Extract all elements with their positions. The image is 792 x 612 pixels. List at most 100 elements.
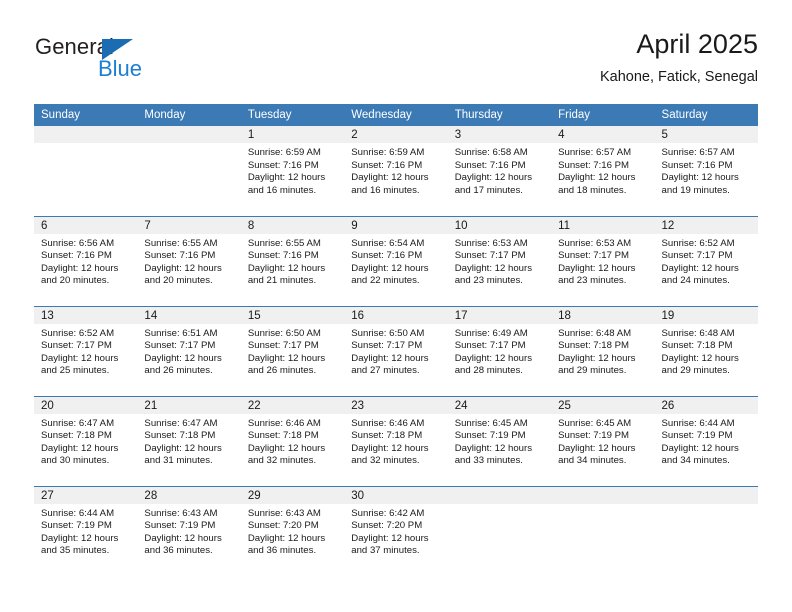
day-cell-details (137, 143, 240, 147)
day-detail-sunrise: Sunrise: 6:50 AM (351, 327, 425, 339)
day-detail-daylight2: and 20 minutes. (144, 275, 213, 287)
day-cell-details: Sunrise: 6:55 AM Sunset: 7:16 PM Daylight:… (241, 234, 344, 288)
calendar-day-cell[interactable]: 7 Sunrise: 6:55 AM Sunset: 7:16 PM Daylight… (137, 215, 241, 306)
day-detail-sunrise: Sunrise: 6:52 AM (41, 327, 115, 339)
day-cell-details: Sunrise: 6:51 AM Sunset: 7:17 PM Daylight:… (137, 324, 240, 378)
calendar-day-cell[interactable]: 26 Sunrise: 6:44 AM Sunset: 7:19 PM Dayligh… (654, 395, 758, 486)
calendar-day-cell[interactable]: 19 Sunrise: 6:48 AM Sunset: 7:18 PM Dayligh… (654, 305, 758, 396)
day-detail-daylight1: Daylight: 12 hours (247, 262, 326, 274)
day-cell-inner: 28 Sunrise: 6:43 AM Sunset: 7:19 PM Dayligh… (137, 486, 241, 576)
calendar-day-cell[interactable]: 11 Sunrise: 6:53 AM Sunset: 7:17 PM Dayligh… (551, 215, 655, 306)
day-detail-sunset: Sunset: 7:17 PM (41, 340, 112, 352)
day-detail-daylight1: Daylight: 12 hours (247, 532, 326, 544)
calendar-day-cell[interactable]: 23 Sunrise: 6:46 AM Sunset: 7:18 PM Dayligh… (344, 395, 448, 486)
calendar-day-cell[interactable]: 24 Sunrise: 6:45 AM Sunset: 7:19 PM Dayligh… (447, 395, 552, 486)
day-detail-sunset: Sunset: 7:17 PM (454, 340, 526, 352)
day-detail-sunrise: Sunrise: 6:48 AM (661, 327, 735, 339)
calendar-day-cell[interactable]: 17 Sunrise: 6:49 AM Sunset: 7:17 PM Dayligh… (447, 305, 552, 396)
day-cell-details: Sunrise: 6:57 AM Sunset: 7:16 PM Daylight:… (551, 143, 654, 197)
calendar-day-cell[interactable]: 4 Sunrise: 6:57 AM Sunset: 7:16 PM Daylight… (551, 126, 655, 216)
day-cell-details: Sunrise: 6:56 AM Sunset: 7:16 PM Daylight:… (34, 234, 137, 288)
calendar-day-cell[interactable]: 18 Sunrise: 6:48 AM Sunset: 7:18 PM Dayligh… (551, 305, 655, 396)
day-cell-details: Sunrise: 6:52 AM Sunset: 7:17 PM Daylight:… (34, 324, 137, 378)
day-cell-inner: 7 Sunrise: 6:55 AM Sunset: 7:16 PM Daylight… (137, 216, 241, 306)
calendar-day-cell[interactable]: 27 Sunrise: 6:44 AM Sunset: 7:19 PM Dayligh… (34, 485, 138, 576)
calendar-day-cell[interactable]: 30 Sunrise: 6:42 AM Sunset: 7:20 PM Dayligh… (344, 485, 448, 576)
calendar-week-row: 13 Sunrise: 6:52 AM Sunset: 7:17 PM Dayligh… (34, 305, 758, 396)
day-detail-sunset: Sunset: 7:16 PM (144, 250, 216, 262)
day-number: 12 (654, 216, 758, 234)
calendar-day-cell[interactable]: 12 Sunrise: 6:52 AM Sunset: 7:17 PM Dayligh… (654, 215, 758, 306)
calendar-day-cell[interactable]: 15 Sunrise: 6:50 AM Sunset: 7:17 PM Dayligh… (240, 305, 345, 396)
day-number: 4 (551, 126, 655, 143)
day-detail-daylight2: and 20 minutes. (41, 275, 110, 287)
day-cell-inner: 13 Sunrise: 6:52 AM Sunset: 7:17 PM Dayligh… (34, 306, 138, 396)
calendar-day-cell[interactable]: 10 Sunrise: 6:53 AM Sunset: 7:17 PM Dayligh… (447, 215, 552, 306)
day-detail-sunset: Sunset: 7:18 PM (41, 430, 112, 442)
calendar-day-cell-empty (551, 485, 655, 576)
day-detail-sunrise: Sunrise: 6:59 AM (247, 147, 321, 158)
day-detail-daylight2: and 36 minutes. (247, 545, 317, 557)
weekday-header-monday: Monday (137, 104, 241, 126)
day-cell-inner: 5 Sunrise: 6:57 AM Sunset: 7:16 PM Daylight… (654, 126, 758, 215)
day-cell-inner: 15 Sunrise: 6:50 AM Sunset: 7:17 PM Dayligh… (240, 306, 345, 396)
day-detail-daylight1: Daylight: 12 hours (351, 172, 429, 184)
logo-text-blue: Blue (98, 56, 143, 81)
day-detail-daylight2: and 32 minutes. (351, 455, 420, 467)
calendar-day-cell[interactable]: 13 Sunrise: 6:52 AM Sunset: 7:17 PM Dayligh… (34, 305, 138, 396)
day-cell-inner: 27 Sunrise: 6:44 AM Sunset: 7:19 PM Dayligh… (34, 486, 138, 576)
day-number: 27 (34, 486, 138, 504)
calendar-day-cell[interactable]: 29 Sunrise: 6:43 AM Sunset: 7:20 PM Dayligh… (240, 485, 345, 576)
day-number (654, 486, 758, 504)
day-detail-sunset: Sunset: 7:16 PM (351, 159, 423, 171)
calendar-day-cell[interactable]: 28 Sunrise: 6:43 AM Sunset: 7:19 PM Dayligh… (137, 485, 241, 576)
calendar-day-cell[interactable]: 1 Sunrise: 6:59 AM Sunset: 7:16 PM Daylight… (240, 126, 345, 216)
calendar-day-cell[interactable]: 16 Sunrise: 6:50 AM Sunset: 7:17 PM Dayligh… (344, 305, 448, 396)
day-detail-sunset: Sunset: 7:17 PM (558, 250, 630, 262)
calendar-day-cell[interactable]: 8 Sunrise: 6:55 AM Sunset: 7:16 PM Daylight… (240, 215, 345, 306)
calendar-day-cell[interactable]: 21 Sunrise: 6:47 AM Sunset: 7:18 PM Dayligh… (137, 395, 241, 486)
day-cell-inner: 17 Sunrise: 6:49 AM Sunset: 7:17 PM Dayligh… (447, 306, 552, 396)
calendar-day-cell[interactable]: 3 Sunrise: 6:58 AM Sunset: 7:16 PM Daylight… (447, 126, 552, 216)
calendar-week-row: 6 Sunrise: 6:56 AM Sunset: 7:16 PM Daylight… (34, 215, 758, 306)
calendar-header-row: Sunday Monday Tuesday Wednesday Thursday… (34, 104, 758, 126)
day-number: 23 (344, 396, 448, 414)
day-detail-daylight2: and 17 minutes. (454, 184, 523, 196)
day-detail-daylight2: and 37 minutes. (351, 545, 420, 557)
day-detail-sunset: Sunset: 7:16 PM (41, 250, 112, 262)
day-detail-daylight1: Daylight: 12 hours (661, 262, 739, 274)
day-detail-daylight1: Daylight: 12 hours (558, 352, 636, 364)
day-detail-sunrise: Sunrise: 6:54 AM (351, 237, 425, 249)
day-cell-details: Sunrise: 6:59 AM Sunset: 7:16 PM Daylight:… (344, 143, 447, 197)
day-cell-inner: 2 Sunrise: 6:59 AM Sunset: 7:16 PM Daylight… (344, 126, 448, 215)
day-cell-details: Sunrise: 6:47 AM Sunset: 7:18 PM Daylight:… (137, 414, 240, 468)
calendar-day-cell[interactable]: 14 Sunrise: 6:51 AM Sunset: 7:17 PM Dayligh… (137, 305, 241, 396)
calendar-day-cell[interactable]: 5 Sunrise: 6:57 AM Sunset: 7:16 PM Daylight… (654, 126, 758, 216)
day-detail-sunset: Sunset: 7:19 PM (41, 520, 112, 532)
day-cell-inner: 3 Sunrise: 6:58 AM Sunset: 7:16 PM Daylight… (447, 126, 552, 215)
day-detail-sunrise: Sunrise: 6:47 AM (144, 417, 218, 429)
calendar-day-cell[interactable]: 22 Sunrise: 6:46 AM Sunset: 7:18 PM Dayligh… (240, 395, 345, 486)
day-detail-sunrise: Sunrise: 6:52 AM (661, 237, 735, 249)
day-cell-inner (551, 486, 655, 576)
calendar-day-cell[interactable]: 9 Sunrise: 6:54 AM Sunset: 7:16 PM Daylight… (344, 215, 448, 306)
day-detail-daylight2: and 29 minutes. (661, 365, 730, 377)
day-cell-inner: 14 Sunrise: 6:51 AM Sunset: 7:17 PM Dayligh… (137, 306, 241, 396)
generalblue-logo[interactable]: General Blue (34, 34, 204, 90)
calendar-table: Sunday Monday Tuesday Wednesday Thursday… (34, 104, 758, 576)
day-number: 9 (344, 216, 448, 234)
calendar-day-cell[interactable]: 2 Sunrise: 6:59 AM Sunset: 7:16 PM Daylight… (344, 126, 448, 216)
day-cell-details: Sunrise: 6:47 AM Sunset: 7:18 PM Daylight:… (34, 414, 137, 468)
day-detail-sunset: Sunset: 7:18 PM (247, 430, 319, 442)
day-detail-sunset: Sunset: 7:20 PM (351, 520, 423, 532)
calendar-day-cell[interactable]: 6 Sunrise: 6:56 AM Sunset: 7:16 PM Daylight… (34, 215, 138, 306)
day-number: 25 (551, 396, 655, 414)
day-number: 3 (447, 126, 552, 143)
day-detail-daylight1: Daylight: 12 hours (144, 532, 222, 544)
calendar-day-cell[interactable]: 25 Sunrise: 6:45 AM Sunset: 7:19 PM Dayligh… (551, 395, 655, 486)
day-detail-sunrise: Sunrise: 6:45 AM (558, 417, 632, 429)
day-number: 14 (137, 306, 241, 324)
day-number: 26 (654, 396, 758, 414)
day-detail-sunset: Sunset: 7:18 PM (558, 340, 630, 352)
calendar-day-cell[interactable]: 20 Sunrise: 6:47 AM Sunset: 7:18 PM Dayligh… (34, 395, 138, 486)
